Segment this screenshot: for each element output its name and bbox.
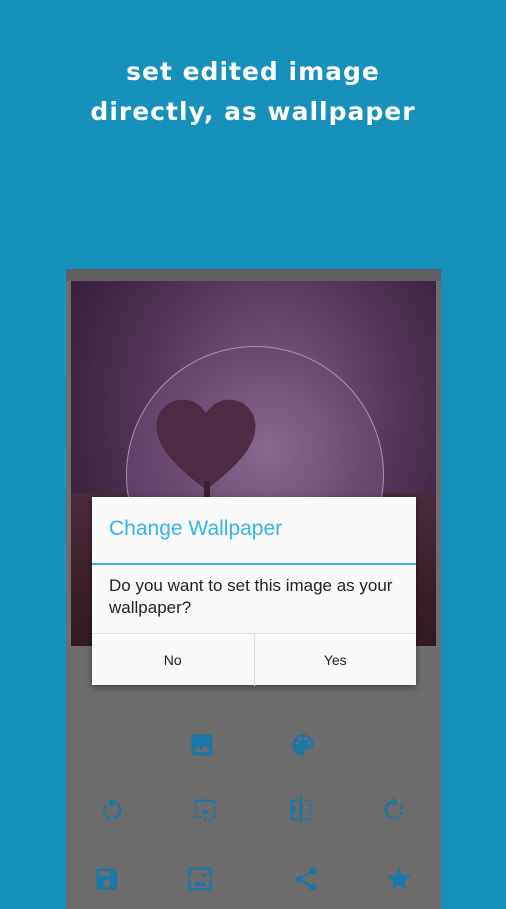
yes-button[interactable]: Yes — [253, 634, 417, 686]
no-button[interactable]: No — [92, 634, 254, 686]
dialog-button-row: No Yes — [92, 633, 416, 686]
dialog-title-divider — [92, 563, 416, 565]
dialog-message: Do you want to set this image as your wa… — [109, 576, 393, 617]
change-wallpaper-dialog: Change Wallpaper Do you want to set this… — [92, 497, 416, 686]
dialog-scrim — [0, 0, 506, 900]
dialog-title: Change Wallpaper — [109, 517, 283, 540]
